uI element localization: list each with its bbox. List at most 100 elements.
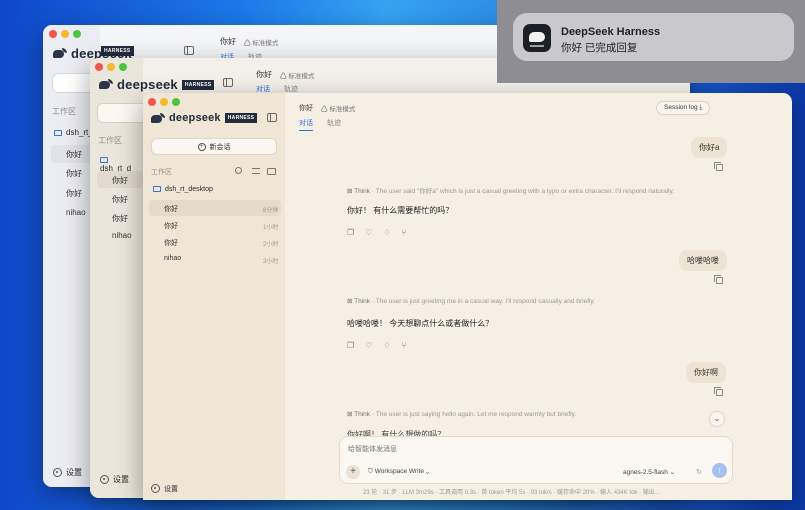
notification-title: DeepSeek Harness (561, 26, 661, 38)
chevron-down-icon: ⌄ (669, 469, 676, 476)
branch-icon[interactable]: ⑂ (402, 341, 407, 350)
settings-label: 设置 (113, 475, 129, 484)
sidebar-item[interactable]: 你好 (66, 168, 82, 179)
sidebar-item[interactable]: 你好 (66, 149, 82, 160)
plus-icon: + (197, 142, 206, 151)
mode-indicator[interactable]: ♺ 标准模式 (244, 37, 278, 47)
minimize-button[interactable] (160, 98, 168, 106)
attach-button[interactable]: + (346, 465, 360, 479)
new-chat-button[interactable]: + 新会话 (151, 138, 277, 155)
tab-chat[interactable]: 对话 (299, 118, 313, 131)
think-block[interactable]: ⊠ Think · The user is just saying hello … (347, 410, 576, 418)
thumbs-down-icon[interactable]: ♢ (383, 341, 390, 350)
scroll-to-bottom-button[interactable]: ⌄ (709, 411, 725, 427)
copy-icon[interactable]: ❐ (347, 341, 354, 350)
window-controls[interactable] (148, 98, 180, 106)
chat-title: 你好 (299, 105, 313, 112)
branch-icon[interactable]: ⑂ (402, 228, 407, 237)
middle-window-sidebar: 工作区 dsh_rt_d 你好 你好 你好 nihao 设置 (90, 58, 147, 498)
think-icon: ⊠ (347, 298, 353, 305)
mode-indicator[interactable]: ♺ 标准模式 (280, 70, 314, 80)
sidebar-toggle-icon[interactable] (184, 46, 194, 55)
session-item[interactable]: nihao (164, 255, 181, 262)
filter-icon[interactable] (252, 168, 260, 174)
whale-icon (99, 79, 113, 90)
new-chat-button[interactable] (97, 103, 147, 123)
think-block[interactable]: ⊠ Think · The user is just greeting me i… (347, 297, 595, 305)
mode-indicator[interactable]: ♺ 标准模式 (321, 103, 355, 113)
message-actions: ❐ ♡ ♢ ⑂ (347, 228, 406, 237)
assistant-text: 你好！ 有什么需要帮忙的吗？ (347, 206, 454, 215)
arrow-up-icon: ↑ (717, 465, 722, 475)
plus-icon: + (350, 466, 356, 477)
thumbs-up-icon[interactable]: ♡ (365, 341, 372, 350)
sidebar-item[interactable]: nihao (112, 231, 132, 240)
copy-icon[interactable]: ❐ (347, 228, 354, 237)
app-icon (523, 24, 551, 52)
chat-header: 你好 ♺ 标准模式 (299, 103, 355, 113)
session-log-button[interactable]: Session log ⤓ (656, 101, 711, 115)
sidebar-toggle-icon[interactable] (223, 78, 233, 87)
whale-icon (151, 112, 165, 124)
sidebar-item[interactable]: 你好 (112, 213, 128, 224)
think-block[interactable]: ⊠ Think · The user said "你好a" which is j… (347, 185, 674, 195)
copy-icon[interactable] (714, 162, 723, 171)
settings-button[interactable]: 设置 (100, 474, 129, 485)
mode-label: 标准模式 (329, 106, 356, 113)
folder-icon (54, 130, 62, 136)
send-button[interactable]: ↑ (712, 463, 727, 478)
harness-badge: HARNESS (181, 79, 215, 90)
sidebar-item[interactable]: 你好 (112, 194, 128, 205)
notification-banner[interactable]: DeepSeek Harness 你好 已完成回复 (513, 13, 794, 61)
window-controls[interactable] (95, 63, 127, 71)
settings-label: 设置 (66, 468, 82, 477)
assistant-text: 哈喽哈喽！ 今天想聊点什么或者做什么？ (347, 319, 494, 328)
chat-tabs: 对话 轨迹 (299, 118, 341, 131)
notification-area: DeepSeek Harness 你好 已完成回复 (497, 0, 805, 83)
session-item[interactable]: 你好 (164, 238, 178, 248)
chat-header: 你好 ♺ 标准模式 (220, 36, 278, 47)
folder-name: dsh_rt_ (66, 128, 93, 137)
settings-button[interactable]: 设置 (53, 467, 82, 478)
window-controls[interactable] (49, 30, 81, 38)
sidebar-item[interactable]: 你好 (66, 188, 82, 199)
settings-button[interactable]: 设置 (151, 484, 178, 494)
model-select[interactable]: agnes-2.5-flash ⌄ (623, 468, 675, 476)
mode-label: 标准模式 (288, 72, 315, 80)
think-text: The user is just saying hello again. Let… (375, 411, 577, 418)
folder-icon (153, 186, 161, 192)
folder-name: dsh_rt_desktop (165, 186, 213, 193)
session-item[interactable]: 你好 (164, 221, 178, 231)
new-chat-label: 新会话 (209, 143, 231, 151)
message-input[interactable] (348, 443, 648, 455)
wordmark: deepseek (117, 77, 178, 92)
user-message: 你好a (691, 137, 728, 158)
session-time: 1小时 (263, 225, 279, 231)
workspace-mode-select[interactable]: ⛉ Workspace Write ⌄ (368, 468, 429, 476)
think-label: Think (354, 411, 371, 418)
workspace-folder[interactable]: dsh_rt_desktop (153, 186, 213, 193)
app-logo: deepseek HARNESS (99, 77, 215, 92)
thumbs-down-icon[interactable]: ♢ (383, 228, 390, 237)
sidebar-toggle-icon[interactable] (267, 113, 277, 122)
gear-icon (53, 468, 62, 477)
new-folder-icon[interactable] (267, 168, 276, 175)
copy-icon[interactable] (714, 387, 723, 396)
sidebar-item[interactable]: nihao (66, 208, 86, 217)
assistant-message: 哈喽哈喽！ 今天想聊点什么或者做什么？ (347, 318, 493, 329)
tab-trace[interactable]: 轨迹 (327, 118, 341, 131)
session-item[interactable]: 你好 (164, 204, 178, 214)
chat-header: 你好 ♺ 标准模式 (256, 69, 314, 80)
model-label: agnes-2.5-flash (623, 469, 668, 476)
chevron-down-icon: ⌄ (713, 414, 721, 423)
workspace-folder[interactable]: dsh_rt_ (54, 128, 93, 137)
zoom-button[interactable] (172, 98, 180, 106)
close-button[interactable] (148, 98, 156, 106)
sidebar-item[interactable]: 你好 (112, 175, 128, 186)
copy-icon[interactable] (714, 275, 723, 284)
composer: + ⛉ Workspace Write ⌄ agnes-2.5-flash ⌄ … (339, 436, 733, 484)
refresh-icon[interactable]: ↻ (696, 468, 702, 476)
thumbs-up-icon[interactable]: ♡ (365, 228, 372, 237)
search-icon[interactable] (235, 167, 242, 174)
mode-label: 标准模式 (252, 39, 279, 47)
